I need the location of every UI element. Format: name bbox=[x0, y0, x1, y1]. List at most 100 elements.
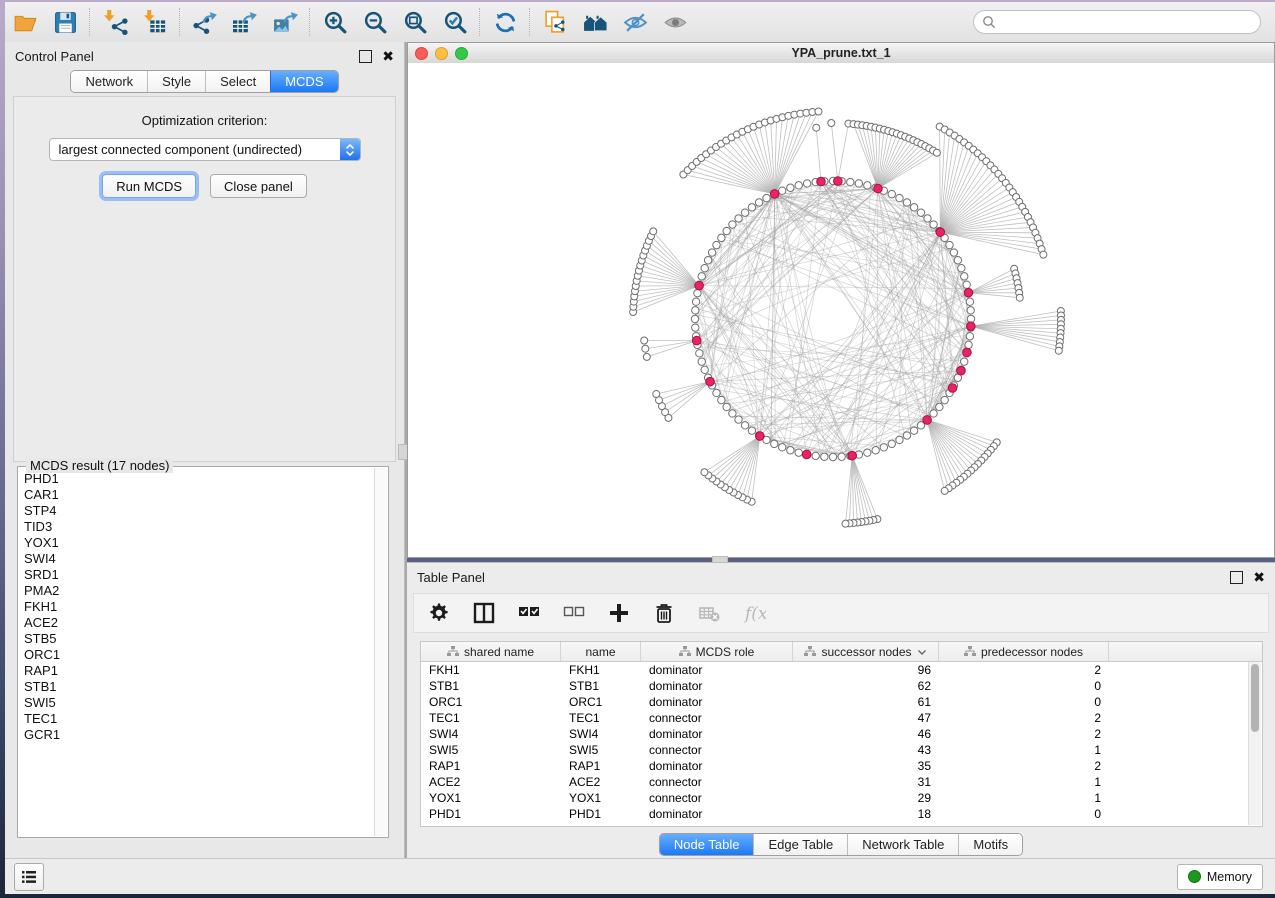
deselect-all-button[interactable] bbox=[563, 602, 586, 625]
select-all-button[interactable] bbox=[518, 602, 541, 625]
import-table-button[interactable] bbox=[135, 5, 175, 39]
network-canvas[interactable] bbox=[408, 63, 1274, 557]
open-button[interactable] bbox=[5, 5, 45, 39]
mcds-result-list[interactable]: PHD1CAR1STP4TID3YOX1SWI4SRD1PMA2FKH1ACE2… bbox=[24, 471, 374, 835]
float-panel-icon[interactable] bbox=[359, 50, 372, 63]
mcds-hub-node[interactable] bbox=[923, 416, 932, 425]
column-header-successor-nodes[interactable]: successor nodes bbox=[793, 642, 939, 661]
node-table: shared namenameMCDS rolesuccessor nodesp… bbox=[420, 641, 1263, 827]
mcds-node-item[interactable]: STP4 bbox=[24, 503, 374, 519]
mcds-node-item[interactable]: TEC1 bbox=[24, 711, 374, 727]
table-row[interactable]: ORC1ORC1dominator610 bbox=[421, 694, 1262, 710]
mcds-node-item[interactable]: YOX1 bbox=[24, 535, 374, 551]
mcds-hub-node[interactable] bbox=[770, 190, 779, 199]
trash-button[interactable] bbox=[653, 602, 676, 625]
column-header-predecessor-nodes[interactable]: predecessor nodes bbox=[939, 642, 1109, 661]
mcds-node-item[interactable]: FKH1 bbox=[24, 599, 374, 615]
table-row[interactable]: RAP1RAP1dominator352 bbox=[421, 758, 1262, 774]
show-all-button[interactable] bbox=[655, 5, 695, 39]
table-row[interactable]: PHD1PHD1dominator180 bbox=[421, 806, 1262, 822]
run-mcds-button[interactable]: Run MCDS bbox=[102, 174, 196, 198]
table-panel-header: Table Panel ✖ bbox=[407, 563, 1275, 591]
close-panel-button[interactable]: Close panel bbox=[210, 174, 307, 198]
close-panel-icon[interactable]: ✖ bbox=[382, 51, 394, 62]
export-network-button[interactable] bbox=[185, 5, 225, 39]
tab-edge-table[interactable]: Edge Table bbox=[753, 834, 847, 855]
zoom-selected-button[interactable] bbox=[435, 5, 475, 39]
mcds-hub-node[interactable] bbox=[695, 281, 704, 290]
tab-node-table[interactable]: Node Table bbox=[660, 834, 754, 855]
table-row[interactable]: YOX1YOX1connector291 bbox=[421, 790, 1262, 806]
mcds-hub-node[interactable] bbox=[957, 366, 966, 375]
export-table-button[interactable] bbox=[225, 5, 265, 39]
float-table-panel-icon[interactable] bbox=[1230, 571, 1243, 584]
optimization-criterion-select[interactable]: largest connected component (undirected) bbox=[49, 138, 361, 161]
column-header-MCDS-role[interactable]: MCDS role bbox=[641, 642, 793, 661]
export-network-icon bbox=[193, 10, 218, 35]
mcds-node-item[interactable]: SWI5 bbox=[24, 695, 374, 711]
table-row[interactable]: FKH1FKH1dominator962 bbox=[421, 662, 1262, 678]
add-button[interactable] bbox=[608, 602, 631, 625]
mcds-hub-node[interactable] bbox=[964, 288, 973, 297]
tab-network[interactable]: Network bbox=[71, 71, 147, 92]
table-scrollbar-thumb[interactable] bbox=[1251, 664, 1259, 732]
tab-motifs[interactable]: Motifs bbox=[958, 834, 1022, 855]
search-input[interactable] bbox=[973, 10, 1261, 34]
table-scrollbar[interactable] bbox=[1248, 662, 1261, 825]
hide-selected-button[interactable] bbox=[615, 5, 655, 39]
mcds-node-item[interactable]: RAP1 bbox=[24, 663, 374, 679]
mcds-hub-node[interactable] bbox=[706, 377, 715, 386]
refresh-button[interactable] bbox=[485, 5, 525, 39]
mcds-node-item[interactable]: SWI4 bbox=[24, 551, 374, 567]
export-image-button[interactable] bbox=[265, 5, 305, 39]
cell-shared_name: YOX1 bbox=[421, 791, 561, 805]
mcds-hub-node[interactable] bbox=[967, 322, 976, 331]
first-neighbors-button[interactable] bbox=[575, 5, 615, 39]
cell-predecessors: 0 bbox=[939, 679, 1109, 693]
mcds-hub-node[interactable] bbox=[756, 432, 765, 441]
mcds-node-item[interactable]: STB1 bbox=[24, 679, 374, 695]
import-network-button[interactable] bbox=[95, 5, 135, 39]
mcds-node-item[interactable]: PMA2 bbox=[24, 583, 374, 599]
mcds-hub-node[interactable] bbox=[848, 451, 857, 460]
close-table-panel-icon[interactable]: ✖ bbox=[1253, 572, 1265, 583]
save-button[interactable] bbox=[45, 5, 85, 39]
mcds-hub-node[interactable] bbox=[802, 450, 811, 459]
memory-button[interactable]: Memory bbox=[1177, 864, 1263, 890]
table-row[interactable]: SWI5SWI5connector431 bbox=[421, 742, 1262, 758]
table-row[interactable]: TEC1TEC1connector472 bbox=[421, 710, 1262, 726]
mcds-hub-node[interactable] bbox=[817, 177, 826, 186]
columns-button[interactable] bbox=[473, 602, 496, 625]
mcds-hub-node[interactable] bbox=[963, 348, 972, 357]
mcds-hub-node[interactable] bbox=[948, 384, 957, 393]
network-window-titlebar[interactable]: YPA_prune.txt_1 bbox=[408, 43, 1274, 64]
mcds-node-item[interactable]: TID3 bbox=[24, 519, 374, 535]
zoom-in-button[interactable] bbox=[315, 5, 355, 39]
table-row[interactable]: SWI4SWI4dominator462 bbox=[421, 726, 1262, 742]
mcds-node-item[interactable]: STB5 bbox=[24, 631, 374, 647]
mcds-hub-node[interactable] bbox=[692, 336, 701, 345]
table-row[interactable]: ACE2ACE2connector311 bbox=[421, 774, 1262, 790]
clone-network-button[interactable] bbox=[535, 5, 575, 39]
mcds-hub-node[interactable] bbox=[936, 228, 945, 237]
column-header-name[interactable]: name bbox=[561, 642, 641, 661]
tab-mcds[interactable]: MCDS bbox=[270, 71, 337, 92]
mcds-node-item[interactable]: PHD1 bbox=[24, 471, 374, 487]
gear-button[interactable] bbox=[428, 602, 451, 625]
mcds-list-scrollbar[interactable] bbox=[374, 468, 387, 836]
table-row[interactable]: STB1STB1dominator620 bbox=[421, 678, 1262, 694]
mcds-node-item[interactable]: SRD1 bbox=[24, 567, 374, 583]
task-history-button[interactable] bbox=[14, 863, 44, 891]
mcds-node-item[interactable]: ORC1 bbox=[24, 647, 374, 663]
mcds-node-item[interactable]: CAR1 bbox=[24, 487, 374, 503]
mcds-node-item[interactable]: GCR1 bbox=[24, 727, 374, 743]
tab-select[interactable]: Select bbox=[205, 71, 270, 92]
mcds-hub-node[interactable] bbox=[834, 177, 843, 186]
column-header-shared-name[interactable]: shared name bbox=[421, 642, 561, 661]
mcds-hub-node[interactable] bbox=[874, 184, 883, 193]
tab-network-table[interactable]: Network Table bbox=[847, 834, 958, 855]
mcds-node-item[interactable]: ACE2 bbox=[24, 615, 374, 631]
zoom-fit-button[interactable] bbox=[395, 5, 435, 39]
tab-style[interactable]: Style bbox=[147, 71, 205, 92]
zoom-out-button[interactable] bbox=[355, 5, 395, 39]
